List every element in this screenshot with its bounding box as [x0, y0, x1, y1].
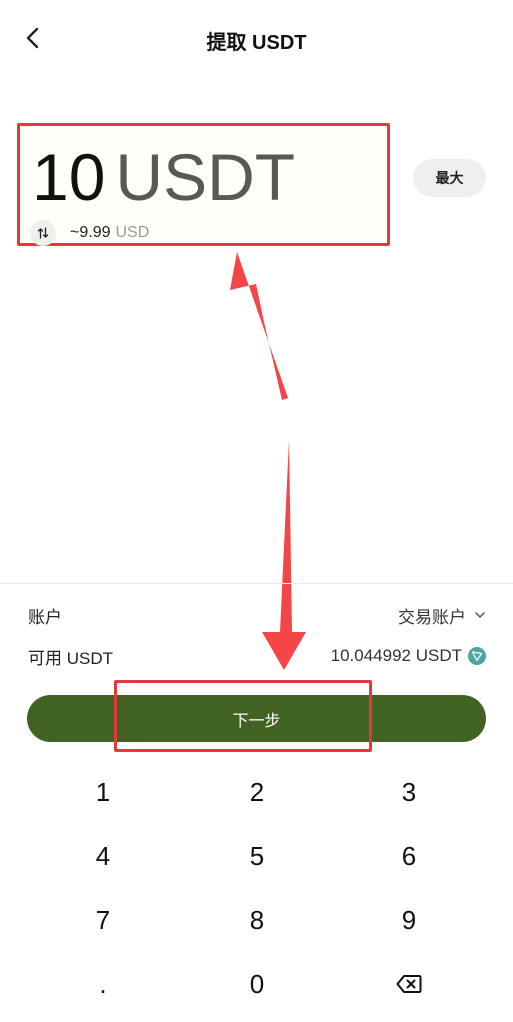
amount-display: 10 USDT ~9.99 USD: [17, 123, 390, 246]
key-2[interactable]: 2: [182, 762, 332, 822]
annotation-arrow-up: [230, 252, 288, 400]
key-5[interactable]: 5: [182, 826, 332, 886]
page-title: 提取 USDT: [206, 32, 307, 54]
next-step-button[interactable]: 下一步: [27, 695, 486, 742]
available-balance: 10.044992 USDT: [331, 646, 486, 666]
account-row: 账户 交易账户: [28, 602, 486, 628]
key-9[interactable]: 9: [334, 890, 484, 950]
divider: [0, 583, 513, 584]
swap-arrows-icon: [37, 227, 49, 239]
available-row: 可用 USDT 10.044992 USDT: [28, 643, 486, 669]
key-3[interactable]: 3: [334, 762, 484, 822]
key-1[interactable]: 1: [28, 762, 178, 822]
account-select[interactable]: 交易账户: [398, 603, 486, 628]
converted-unit: USD: [115, 224, 150, 241]
available-label: 可用 USDT: [28, 648, 113, 668]
annotation-arrow-down: [262, 440, 306, 670]
account-label: 账户: [28, 607, 62, 627]
header: 提取 USDT: [0, 0, 513, 76]
backspace-icon: [396, 975, 422, 993]
amount-input[interactable]: 10 USDT: [32, 141, 295, 213]
key-4[interactable]: 4: [28, 826, 178, 886]
converted-value: ~9.99: [70, 224, 111, 241]
tron-icon: [468, 647, 486, 665]
available-value: 10.044992 USDT: [330, 646, 462, 665]
key-6[interactable]: 6: [334, 826, 484, 886]
amount-unit: USDT: [115, 140, 296, 214]
key-0[interactable]: 0: [182, 954, 332, 1014]
swap-currency-button[interactable]: [30, 220, 56, 246]
amount-value: 10: [32, 140, 106, 214]
key-7[interactable]: 7: [28, 890, 178, 950]
max-button[interactable]: 最大: [413, 159, 486, 197]
account-value: 交易账户: [398, 607, 466, 627]
key-decimal[interactable]: .: [28, 954, 178, 1014]
chevron-down-icon: [475, 612, 485, 618]
number-keypad: 1 2 3 4 5 6 7 8 9 . 0: [0, 760, 513, 1016]
backspace-button[interactable]: [334, 954, 484, 1014]
converted-amount: ~9.99 USD: [30, 220, 149, 246]
key-8[interactable]: 8: [182, 890, 332, 950]
